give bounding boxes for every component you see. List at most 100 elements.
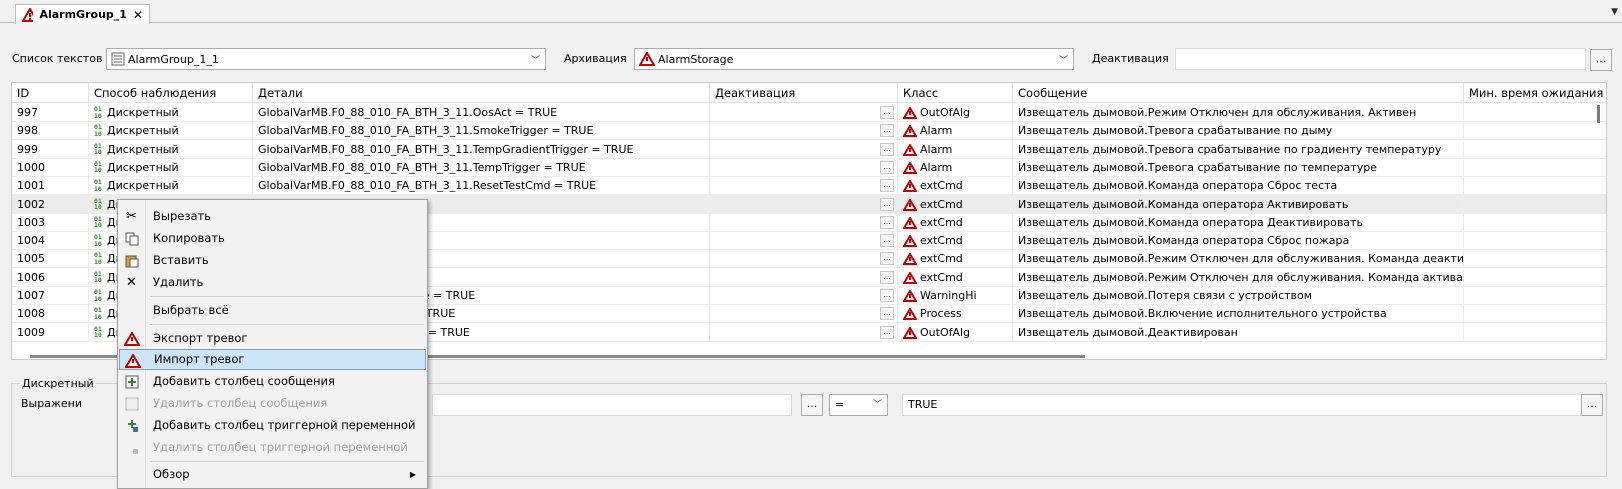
cell-class[interactable]: OutOfAlg <box>898 322 1013 342</box>
column-header-id[interactable]: ID <box>12 83 89 103</box>
column-header-mode[interactable]: Способ наблюдения <box>89 83 253 103</box>
cell-mode[interactable]: 01 10 Дискретный <box>89 157 253 177</box>
cell-min-wait[interactable] <box>1464 286 1606 305</box>
cell-deactivation[interactable]: ... <box>710 194 898 214</box>
cell-mode[interactable]: 01 10 Дискретный <box>89 103 253 122</box>
cell-class[interactable]: extCmd <box>898 267 1013 287</box>
cell-message[interactable]: Извещатель дымовой.Тревога срабатывание … <box>1013 121 1464 141</box>
cell-details[interactable]: GlobalVarMB.F0_88_010_FA_BTH_3_11.TempTr… <box>253 157 710 177</box>
cell-id[interactable]: 1002 <box>12 194 89 214</box>
cell-min-wait[interactable] <box>1464 140 1606 159</box>
cell-min-wait[interactable] <box>1464 304 1606 323</box>
cell-deactivation[interactable]: ... <box>710 249 898 269</box>
cell-deactivation[interactable]: ... <box>710 304 898 324</box>
cell-mode[interactable]: 01 10 Дискретный <box>89 121 253 141</box>
deactivation-browse-button[interactable]: ... <box>880 106 894 119</box>
menu-item-delete[interactable]: ✕ Удалить <box>119 272 426 293</box>
text-list-combo[interactable]: AlarmGroup_1_1 ﹀ <box>106 48 546 70</box>
cell-message[interactable]: Извещатель дымовой.Включение исполнитель… <box>1013 304 1464 324</box>
cell-message[interactable]: Извещатель дымовой.Команда оператора Сбр… <box>1013 176 1464 196</box>
deactivation-browse-button[interactable]: ... <box>1590 49 1612 71</box>
cell-class[interactable]: extCmd <box>898 176 1013 196</box>
cell-class[interactable]: extCmd <box>898 194 1013 214</box>
cell-deactivation[interactable]: ... <box>710 322 898 342</box>
table-row[interactable]: 997 01 10 Дискретный GlobalVarMB.F0_88_010_F… <box>12 103 1606 122</box>
cell-message[interactable]: Извещатель дымовой.Команда оператора Акт… <box>1013 194 1464 214</box>
expression-browse-button[interactable]: ... <box>801 394 823 416</box>
cell-message[interactable]: Извещатель дымовой.Режим Отключен для об… <box>1013 267 1464 287</box>
column-header-deactivation[interactable]: Деактивация <box>710 83 898 103</box>
cell-deactivation[interactable]: ... <box>710 121 898 141</box>
cell-id[interactable]: 1004 <box>12 231 89 251</box>
cell-min-wait[interactable] <box>1464 323 1606 342</box>
menu-item-import-alarms[interactable]: Импорт тревог <box>119 349 426 370</box>
cell-min-wait[interactable] <box>1464 103 1606 122</box>
cell-class[interactable]: Alarm <box>898 157 1013 177</box>
cell-message[interactable]: Извещатель дымовой.Тревога срабатывание … <box>1013 139 1464 159</box>
value-browse-button[interactable]: ... <box>1581 394 1603 416</box>
cell-deactivation[interactable]: ... <box>710 139 898 159</box>
cell-min-wait[interactable] <box>1464 158 1606 177</box>
cell-min-wait[interactable] <box>1464 195 1606 214</box>
cell-deactivation[interactable]: ... <box>710 157 898 177</box>
cell-class[interactable]: extCmd <box>898 249 1013 269</box>
cell-id[interactable]: 997 <box>12 103 89 122</box>
operator-combo[interactable]: = ﹀ <box>829 394 888 416</box>
cell-min-wait[interactable] <box>1464 121 1606 140</box>
menu-item-paste[interactable]: Вставить <box>119 250 426 271</box>
menu-item-browse[interactable]: Обзор ▶ <box>119 464 426 485</box>
table-row[interactable]: 1000 01 10 Дискретный GlobalVarMB.F0_88_010_… <box>12 157 1606 177</box>
deactivation-browse-button[interactable]: ... <box>880 270 894 284</box>
table-row[interactable]: 999 01 10 Дискретный GlobalVarMB.F0_88_010_F… <box>12 139 1606 159</box>
deactivation-browse-button[interactable]: ... <box>880 179 894 193</box>
deactivation-browse-button[interactable]: ... <box>880 215 894 229</box>
cell-deactivation[interactable]: ... <box>710 286 898 305</box>
cell-id[interactable]: 1000 <box>12 157 89 177</box>
cell-min-wait[interactable] <box>1464 213 1606 232</box>
cell-class[interactable]: WarningHi <box>898 286 1013 305</box>
scrollbar-thumb[interactable] <box>1597 105 1600 123</box>
deactivation-field[interactable] <box>1175 48 1586 70</box>
cell-min-wait[interactable] <box>1464 231 1606 250</box>
cell-message[interactable]: Извещатель дымовой.Режим Отключен для об… <box>1013 249 1464 269</box>
deactivation-browse-button[interactable]: ... <box>880 325 894 339</box>
cell-id[interactable]: 1005 <box>12 249 89 269</box>
cell-message[interactable]: Извещатель дымовой.Команда оператора Деа… <box>1013 212 1464 232</box>
cell-details[interactable]: GlobalVarMB.F0_88_010_FA_BTH_3_11.SmokeT… <box>253 121 710 141</box>
chevron-down-icon[interactable]: ▼ <box>1611 7 1618 17</box>
cell-mode[interactable]: 01 10 Дискретный <box>89 176 253 196</box>
cell-deactivation[interactable]: ... <box>710 267 898 287</box>
deactivation-browse-button[interactable]: ... <box>880 252 894 266</box>
archive-combo[interactable]: AlarmStorage ﹀ <box>634 48 1074 70</box>
cell-message[interactable]: Извещатель дымовой.Деактивирован <box>1013 322 1464 342</box>
column-header-details[interactable]: Детали <box>253 83 710 103</box>
deactivation-browse-button[interactable]: ... <box>880 307 894 321</box>
column-header-class[interactable]: Класс <box>898 83 1013 103</box>
column-header-message[interactable]: Сообщение <box>1013 83 1464 103</box>
close-icon[interactable]: ✕ <box>133 8 143 22</box>
value-field[interactable]: TRUE <box>902 394 1591 416</box>
deactivation-browse-button[interactable]: ... <box>880 197 894 211</box>
column-header-min-wait[interactable]: Мин. время ожидания <box>1464 83 1606 103</box>
cell-deactivation[interactable]: ... <box>710 176 898 196</box>
deactivation-browse-button[interactable]: ... <box>880 124 894 138</box>
cell-class[interactable]: Alarm <box>898 121 1013 141</box>
cell-id[interactable]: 1001 <box>12 176 89 196</box>
cell-id[interactable]: 1007 <box>12 286 89 305</box>
cell-min-wait[interactable] <box>1464 176 1606 195</box>
cell-min-wait[interactable] <box>1464 268 1606 287</box>
menu-item-add-trigger-column[interactable]: Добавить столбец триггерной переменной <box>119 415 426 436</box>
cell-class[interactable]: extCmd <box>898 212 1013 232</box>
expression-field[interactable] <box>432 394 792 416</box>
menu-item-copy[interactable]: Копировать <box>119 228 426 249</box>
cell-id[interactable]: 1003 <box>12 212 89 232</box>
cell-class[interactable]: Process <box>898 304 1013 324</box>
menu-item-cut[interactable]: ✂ Вырезать <box>119 206 426 227</box>
cell-id[interactable]: 998 <box>12 121 89 141</box>
deactivation-browse-button[interactable]: ... <box>880 142 894 156</box>
table-row[interactable]: 1001 01 10 Дискретный GlobalVarMB.F0_88_010_… <box>12 176 1606 196</box>
cell-deactivation[interactable]: ... <box>710 212 898 232</box>
vertical-scrollbar[interactable] <box>1594 103 1604 359</box>
cell-min-wait[interactable] <box>1464 249 1606 268</box>
menu-item-select-all[interactable]: Выбрать всё <box>119 300 426 321</box>
